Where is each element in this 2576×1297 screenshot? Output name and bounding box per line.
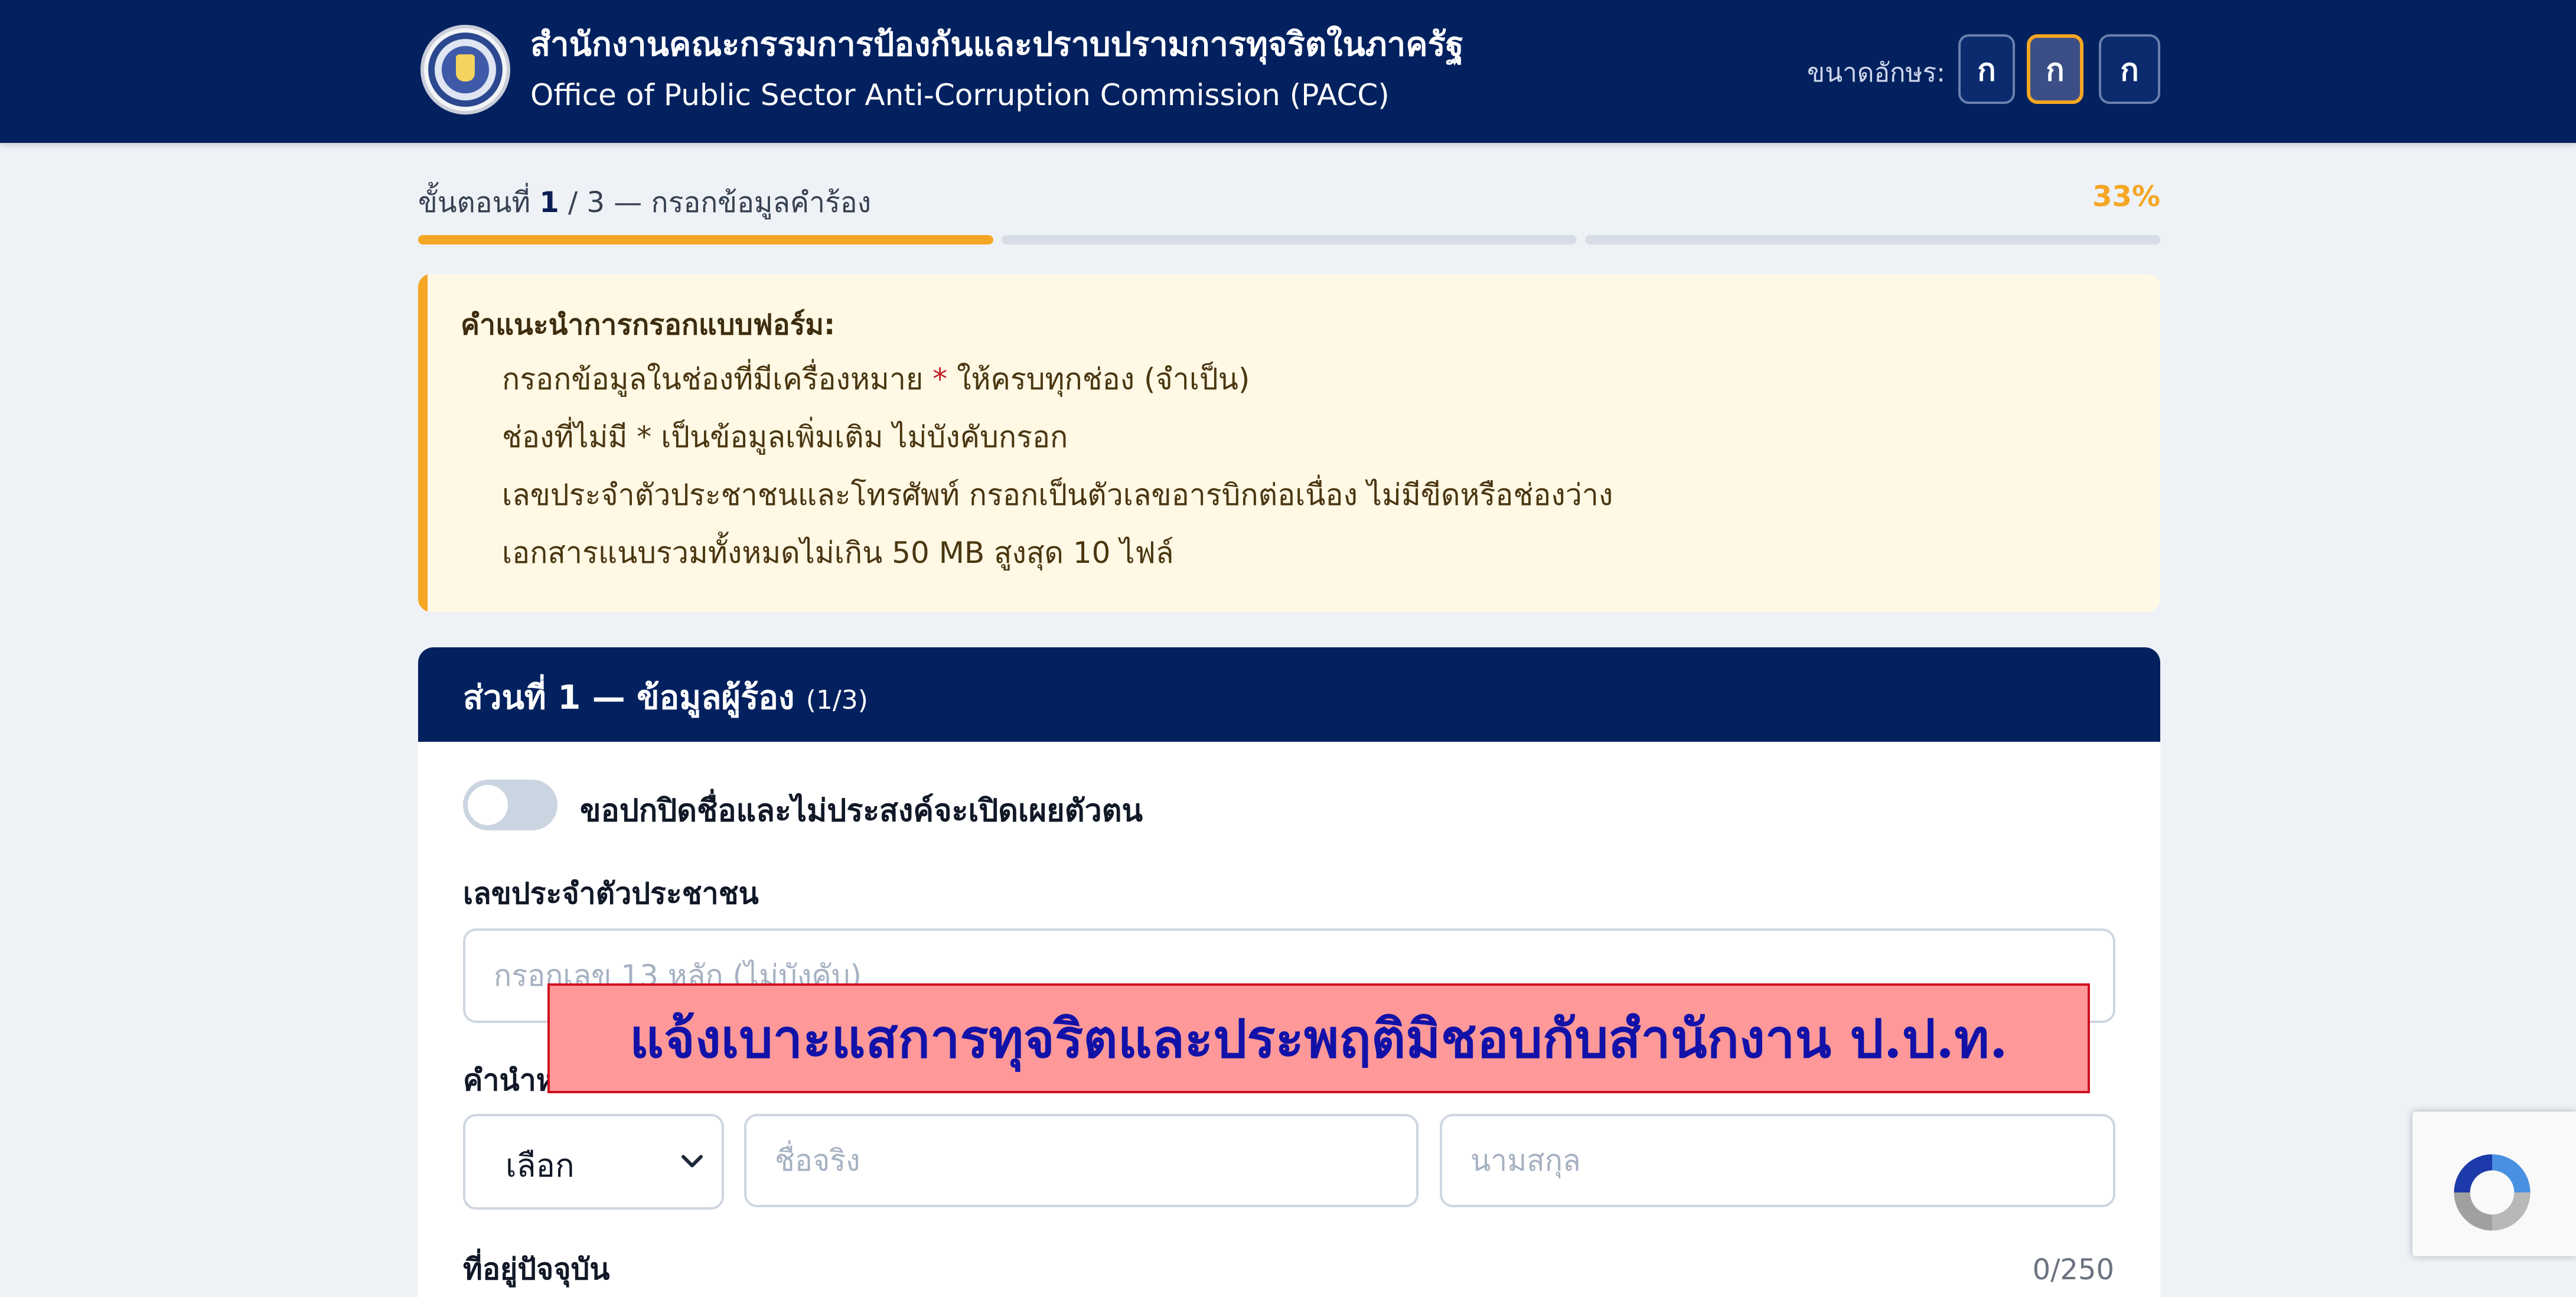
- progress-segment-2: [1002, 235, 1577, 245]
- last-name-input[interactable]: [1440, 1114, 2115, 1207]
- instruction-item: ช่องที่ไม่มี * เป็นข้อมูลเพิ่มเติม ไม่บั…: [502, 420, 1068, 454]
- id-number-label: เลขประจำตัวประชาชน: [463, 876, 759, 911]
- font-size-medium-button[interactable]: ก: [2027, 34, 2083, 104]
- section-subtitle: (1/3): [806, 685, 868, 715]
- chevron-down-icon: [682, 1155, 703, 1168]
- step-indicator: ขั้นตอนที่ 1 / 3 — กรอกข้อมูลคำร้อง: [418, 186, 872, 219]
- recaptcha-icon: [2454, 1154, 2531, 1231]
- address-label: ที่อยู่ปัจจุบัน: [463, 1252, 610, 1286]
- complainant-section-card: ส่วนที่ 1 — ข้อมูลผู้ร้อง (1/3) ขอปกปิดช…: [418, 647, 2160, 1297]
- font-size-label: ขนาดอักษร:: [1807, 58, 1945, 88]
- instructions-title: คำแนะนำการกรอกแบบฟอร์ม:: [461, 308, 836, 341]
- instructions-box: คำแนะนำการกรอกแบบฟอร์ม: กรอกข้อมูลในช่อง…: [418, 274, 2160, 612]
- org-name-thai: สำนักงานคณะกรรมการป้องกันและปราบปรามการท…: [530, 25, 1464, 64]
- org-name-english: Office of Public Sector Anti-Corruption …: [530, 78, 1390, 112]
- instruction-item: กรอกข้อมูลในช่องที่มีเครื่องหมาย * ให้คร…: [502, 362, 1250, 396]
- instructions-accent-bar: [418, 274, 428, 612]
- progress-segment-1: [418, 235, 993, 245]
- recaptcha-badge[interactable]: [2412, 1112, 2576, 1256]
- instruction-item: เอกสารแนบรวมทั้งหมดไม่เกิน 50 MB สูงสุด …: [502, 536, 1174, 570]
- progress-percent: 33%: [2092, 180, 2160, 213]
- anonymous-toggle[interactable]: [463, 780, 557, 830]
- toggle-knob: [468, 785, 508, 825]
- pacc-logo: [420, 25, 510, 115]
- progress-segment-3: [1585, 235, 2160, 245]
- font-size-large-button[interactable]: ก: [2099, 34, 2160, 104]
- section-title: ส่วนที่ 1 — ข้อมูลผู้ร้อง (1/3): [463, 679, 868, 717]
- anonymous-toggle-label[interactable]: ขอปกปิดชื่อและไม่ประสงค์จะเปิดเผยตัวตน: [580, 786, 1143, 835]
- font-size-small-button[interactable]: ก: [1958, 34, 2015, 104]
- name-prefix-select[interactable]: เลือก: [463, 1114, 724, 1210]
- instruction-item: เลขประจำตัวประชาชนและโทรศัพท์ กรอกเป็นตั…: [502, 478, 1613, 512]
- site-header: สำนักงานคณะกรรมการป้องกันและปราบปรามการท…: [0, 0, 2576, 143]
- address-char-counter: 0/250: [2032, 1253, 2114, 1286]
- overlay-banner: แจ้งเบาะแสการทุจริตและประพฤติมิชอบกับสำน…: [547, 983, 2090, 1093]
- section-header: ส่วนที่ 1 — ข้อมูลผู้ร้อง (1/3): [418, 647, 2160, 742]
- instructions-list: กรอกข้อมูลในช่องที่มีเครื่องหมาย * ให้คร…: [502, 361, 1613, 593]
- name-prefix-value: เลือก: [506, 1147, 575, 1184]
- first-name-input[interactable]: [744, 1114, 1419, 1207]
